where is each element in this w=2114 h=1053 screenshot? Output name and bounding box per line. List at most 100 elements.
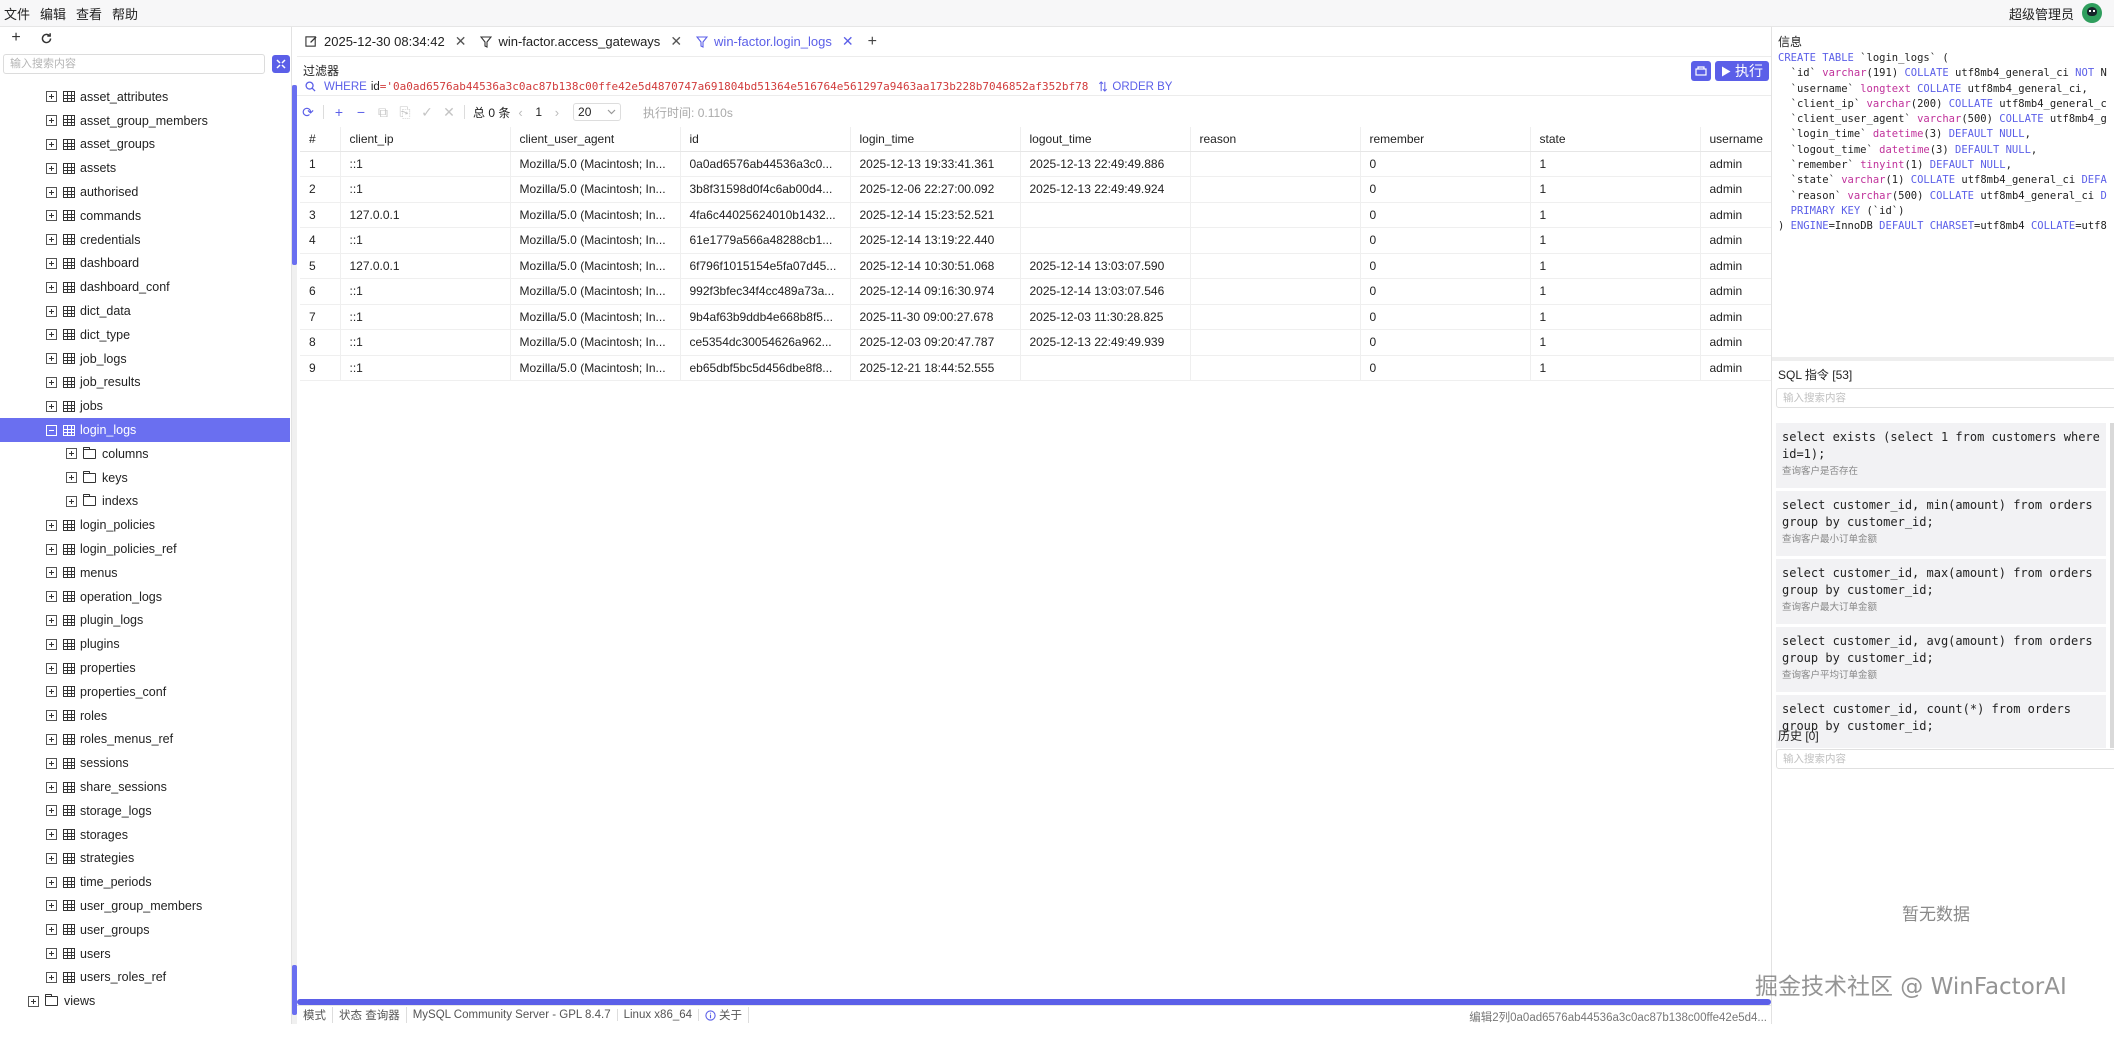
- tree-item-login-logs[interactable]: login_logs: [0, 418, 290, 442]
- tab-access-gateways[interactable]: win-factor.access_gateways ✕: [472, 27, 688, 57]
- cell-reason[interactable]: [1190, 253, 1361, 279]
- cell-client-user-agent[interactable]: Mozilla/5.0 (Macintosh; In...: [510, 355, 681, 381]
- tree-item-properties-conf[interactable]: properties_conf: [0, 680, 290, 704]
- page-size-select[interactable]: 20: [573, 103, 622, 121]
- history-search-input[interactable]: [1776, 749, 2114, 769]
- expand-toggle-icon[interactable]: [46, 329, 57, 341]
- cell-remember[interactable]: 0: [1360, 227, 1531, 254]
- tree-item-assets[interactable]: assets: [0, 156, 290, 180]
- expand-toggle-icon[interactable]: [46, 353, 57, 365]
- status-mode[interactable]: 模式: [297, 1007, 333, 1023]
- cell-client-ip[interactable]: ::1: [340, 304, 511, 330]
- cell-state[interactable]: 1: [1530, 278, 1701, 305]
- tree-item-asset-groups[interactable]: asset_groups: [0, 133, 290, 157]
- tree-item-sessions[interactable]: sessions: [0, 751, 290, 775]
- expand-toggle-icon[interactable]: [46, 662, 57, 674]
- expand-toggle-icon[interactable]: [46, 614, 57, 626]
- tree-item-job-results[interactable]: job_results: [0, 371, 290, 395]
- cell-login-time[interactable]: 2025-12-03 09:20:47.787: [850, 329, 1021, 356]
- menu-edit[interactable]: 编辑: [35, 4, 71, 23]
- sql-snippet-card[interactable]: select exists (select 1 from customers w…: [1776, 423, 2106, 488]
- status-querier[interactable]: 状态 查询器: [333, 1007, 407, 1023]
- tree-item-menus[interactable]: menus: [0, 561, 290, 585]
- cell-reason[interactable]: [1190, 227, 1361, 254]
- tree-item-indexs[interactable]: indexs: [0, 490, 290, 514]
- cell-state[interactable]: 1: [1530, 202, 1701, 228]
- tree-item-dashboard-conf[interactable]: dashboard_conf: [0, 275, 290, 299]
- cell-remember[interactable]: 0: [1360, 329, 1531, 356]
- cell-state[interactable]: 1: [1530, 151, 1701, 177]
- cell-login-time[interactable]: 2025-12-14 13:19:22.440: [850, 227, 1021, 254]
- cell-index[interactable]: 1: [300, 151, 341, 177]
- cell-client-user-agent[interactable]: Mozilla/5.0 (Macintosh; In...: [510, 176, 681, 203]
- cell-login-time[interactable]: 2025-11-30 09:00:27.678: [850, 304, 1021, 330]
- cell-state[interactable]: 1: [1530, 227, 1701, 254]
- cell-logout-time[interactable]: [1020, 355, 1191, 381]
- cell-client-ip[interactable]: ::1: [340, 151, 511, 177]
- tree-item-users[interactable]: users: [0, 942, 290, 966]
- expand-toggle-icon[interactable]: [46, 591, 57, 603]
- tree-item-time-periods[interactable]: time_periods: [0, 870, 290, 894]
- cell-id[interactable]: 6f796f1015154e5fa07d45...: [680, 253, 851, 279]
- tree-item-dashboard[interactable]: dashboard: [0, 252, 290, 276]
- cell-login-time[interactable]: 2025-12-13 19:33:41.361: [850, 151, 1021, 177]
- sql-snippet-card[interactable]: select customer_id, avg(amount) from ord…: [1776, 627, 2106, 692]
- expand-toggle-icon[interactable]: [28, 995, 39, 1007]
- expand-toggle-icon[interactable]: [46, 305, 57, 317]
- menu-file[interactable]: 文件: [0, 4, 35, 23]
- paste-row-icon[interactable]: ⎘: [394, 104, 416, 121]
- cell-index[interactable]: 9: [300, 355, 341, 381]
- expand-toggle-icon[interactable]: [46, 757, 57, 769]
- table-row[interactable]: 1::1 Mozilla/5.0 (Macintosh; In... 0a0ad65…: [300, 151, 1792, 177]
- cell-state[interactable]: 1: [1530, 304, 1701, 330]
- expand-toggle-icon[interactable]: [46, 710, 57, 722]
- tree-item-columns[interactable]: columns: [0, 442, 290, 466]
- cell-index[interactable]: 7: [300, 304, 341, 330]
- table-row[interactable]: 9::1 Mozilla/5.0 (Macintosh; In... eb65dbf…: [300, 355, 1792, 381]
- cell-id[interactable]: 992f3bfec34f4cc489a73a...: [680, 278, 851, 305]
- next-page-icon[interactable]: ›: [555, 105, 559, 120]
- expand-toggle-icon[interactable]: [46, 91, 57, 103]
- cell-remember[interactable]: 0: [1360, 202, 1531, 228]
- cell-state[interactable]: 1: [1530, 176, 1701, 203]
- expand-toggle-icon[interactable]: [46, 567, 57, 579]
- expand-toggle-icon[interactable]: [46, 234, 57, 246]
- cell-client-user-agent[interactable]: Mozilla/5.0 (Macintosh; In...: [510, 304, 681, 330]
- cell-index[interactable]: 8: [300, 329, 341, 356]
- tree-item-asset-attributes[interactable]: asset_attributes: [0, 85, 290, 109]
- commit-icon[interactable]: ✓: [416, 104, 438, 121]
- cell-logout-time[interactable]: 2025-12-13 22:49:49.924: [1020, 176, 1191, 203]
- table-row[interactable]: 6::1 Mozilla/5.0 (Macintosh; In... 992f3bf…: [300, 278, 1792, 305]
- cell-id[interactable]: 9b4af63b9ddb4e668b8f5...: [680, 304, 851, 330]
- where-editor[interactable]: WHERE id='0a0ad6576ab44536a3c0ac87b138c0…: [297, 78, 1771, 96]
- cell-reason[interactable]: [1190, 278, 1361, 305]
- cell-reason[interactable]: [1190, 151, 1361, 177]
- expand-toggle-icon[interactable]: [46, 162, 57, 174]
- tree-item-dict-type[interactable]: dict_type: [0, 323, 290, 347]
- tab-login-logs[interactable]: win-factor.login_logs ✕: [688, 27, 860, 57]
- expand-toggle-icon[interactable]: [46, 115, 57, 127]
- page-number[interactable]: 1: [531, 105, 547, 119]
- tree-item-strategies[interactable]: strategies: [0, 847, 290, 871]
- expand-toggle-icon[interactable]: [66, 495, 77, 507]
- cell-client-user-agent[interactable]: Mozilla/5.0 (Macintosh; In...: [510, 227, 681, 254]
- tree-item-properties[interactable]: properties: [0, 656, 290, 680]
- expand-toggle-icon[interactable]: [46, 948, 57, 960]
- expand-toggle-icon[interactable]: [46, 186, 57, 198]
- expand-toggle-icon[interactable]: [46, 805, 57, 817]
- cell-id[interactable]: ce5354dc30054626a962...: [680, 329, 851, 356]
- collapse-toggle-icon[interactable]: [46, 424, 57, 436]
- close-icon[interactable]: ✕: [842, 33, 854, 50]
- user-area[interactable]: 超级管理员: [2009, 3, 2102, 23]
- expand-toggle-icon[interactable]: [46, 876, 57, 888]
- cell-login-time[interactable]: 2025-12-14 15:23:52.521: [850, 202, 1021, 228]
- expand-toggle-icon[interactable]: [46, 257, 57, 269]
- cell-logout-time[interactable]: 2025-12-03 11:30:28.825: [1020, 304, 1191, 330]
- table-row[interactable]: 4::1 Mozilla/5.0 (Macintosh; In... 61e1779…: [300, 227, 1792, 254]
- rollback-icon[interactable]: ✕: [438, 104, 460, 121]
- sql-search-input[interactable]: [1776, 388, 2114, 408]
- tree-item-share-sessions[interactable]: share_sessions: [0, 775, 290, 799]
- sidebar-scrollbar[interactable]: [292, 85, 297, 1024]
- table-row[interactable]: 8::1 Mozilla/5.0 (Macintosh; In... ce5354d…: [300, 329, 1792, 356]
- expand-toggle-icon[interactable]: [46, 210, 57, 222]
